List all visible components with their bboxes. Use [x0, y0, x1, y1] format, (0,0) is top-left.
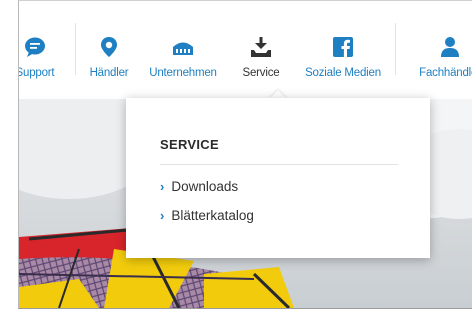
nav-item-haendler[interactable]: Händler	[77, 15, 141, 85]
dropdown-link-label: Blätterkatalog	[171, 208, 254, 223]
nav-separator	[75, 23, 76, 75]
top-navigation: Support Händler Unternehmen Service Sozi…	[19, 1, 472, 99]
dropdown-divider	[160, 164, 398, 165]
chevron-right-icon: ›	[160, 179, 165, 194]
building-icon	[171, 35, 195, 59]
dropdown-link-downloads[interactable]: › Downloads	[160, 179, 238, 194]
facebook-icon	[331, 35, 355, 59]
map-pin-icon	[97, 35, 121, 59]
person-icon	[438, 35, 462, 59]
nav-label-haendler: Händler	[89, 67, 129, 79]
nav-item-support[interactable]: Support	[18, 15, 75, 85]
speech-bubble-icon	[23, 35, 47, 59]
nav-item-unternehmen[interactable]: Unternehmen	[143, 15, 223, 85]
dropdown-title: SERVICE	[160, 137, 219, 152]
dropdown-link-blaetterkatalog[interactable]: › Blätterkatalog	[160, 208, 254, 223]
nav-label-unternehmen: Unternehmen	[149, 67, 217, 79]
service-tray-icon	[249, 35, 273, 59]
nav-item-service[interactable]: Service	[231, 15, 291, 85]
nav-label-soziale-medien: Soziale Medien	[305, 67, 381, 79]
nav-label-support: Support	[18, 67, 55, 79]
nav-item-fachhaendler[interactable]: Fachhändler	[407, 15, 472, 85]
nav-item-soziale-medien[interactable]: Soziale Medien	[297, 15, 389, 85]
nav-separator	[395, 23, 396, 75]
service-dropdown-menu: SERVICE › Downloads › Blätterkatalog	[126, 98, 430, 258]
browser-viewport: Support Händler Unternehmen Service Sozi…	[18, 0, 472, 309]
dropdown-link-label: Downloads	[171, 179, 239, 194]
nav-label-service: Service	[242, 67, 280, 79]
chevron-right-icon: ›	[160, 208, 165, 223]
nav-label-fachhaendler: Fachhändler	[419, 67, 472, 79]
